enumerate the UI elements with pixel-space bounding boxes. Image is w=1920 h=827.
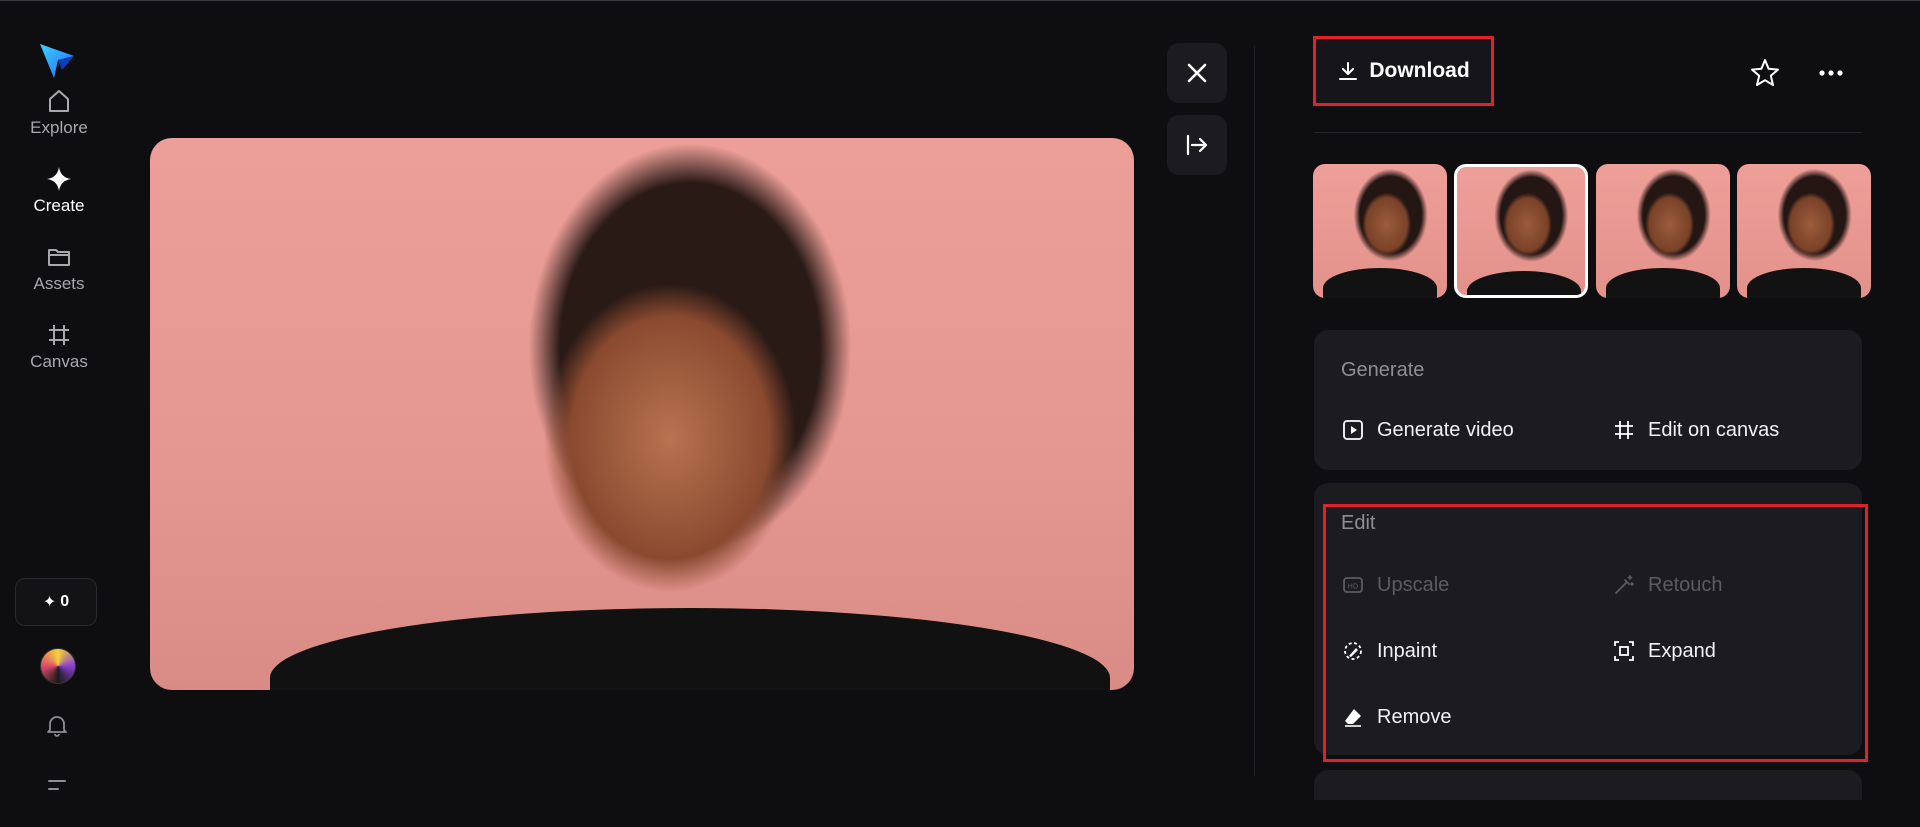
inpaint-label: Inpaint: [1377, 639, 1438, 662]
variation-thumbnails: [1313, 164, 1875, 298]
expand-label: Expand: [1648, 639, 1716, 662]
thumbnail-1[interactable]: [1313, 164, 1447, 298]
edit-section: Edit HD Upscale Retouch Inpaint Expand R…: [1314, 483, 1862, 755]
canvas-grid-icon: [49, 325, 69, 345]
canvas-grid-icon: [1615, 421, 1633, 439]
retouch-label: Retouch: [1648, 573, 1723, 596]
remove-button[interactable]: Remove: [1341, 705, 1451, 729]
sidebar-item-label: Assets: [33, 274, 85, 293]
sidebar-item-label: Create: [33, 196, 85, 215]
edit-on-canvas-label: Edit on canvas: [1648, 418, 1780, 441]
play-square-icon: [1343, 420, 1363, 440]
thumbnail-shirt: [1606, 268, 1720, 298]
bell-icon[interactable]: [44, 712, 70, 738]
expand-button[interactable]: Expand: [1612, 639, 1716, 663]
generate-video-button[interactable]: Generate video: [1341, 418, 1514, 442]
thumbnail-3[interactable]: [1596, 164, 1730, 298]
arrow-right-bar-icon: [1186, 134, 1208, 156]
more-options-icon[interactable]: [1814, 56, 1848, 90]
credits-icon: ✦: [42, 594, 57, 611]
inpaint-brush-icon: [1344, 642, 1362, 660]
app-logo[interactable]: [36, 40, 78, 82]
toggle-panel-button[interactable]: [1167, 115, 1227, 175]
expand-frame-icon: [1614, 641, 1634, 661]
favorite-star-icon[interactable]: [1748, 56, 1782, 90]
thumbnail-shirt: [1467, 271, 1581, 295]
panel-divider: [1254, 46, 1255, 776]
upscale-label: Upscale: [1377, 573, 1450, 596]
edit-title: Edit: [1341, 512, 1376, 534]
eraser-icon: [1345, 709, 1361, 727]
top-border: [0, 0, 1920, 1]
thumbnail-2-selected[interactable]: [1454, 164, 1588, 298]
magic-wand-icon: [1615, 575, 1634, 594]
hd-icon: HD: [1343, 577, 1363, 593]
credits-count: 0: [60, 593, 70, 610]
thumbnail-shirt: [1747, 268, 1861, 298]
menu-icon[interactable]: [44, 772, 70, 798]
inpaint-button[interactable]: Inpaint: [1341, 639, 1437, 663]
svg-text:HD: HD: [1348, 583, 1359, 591]
close-button[interactable]: [1167, 43, 1227, 103]
download-icon: [1339, 62, 1358, 80]
credits-badge[interactable]: ✦ 0: [15, 578, 97, 626]
generate-section: Generate Generate video Edit on canvas: [1314, 330, 1862, 470]
folder-icon: [48, 249, 70, 266]
sidebar-item-label: Canvas: [30, 352, 88, 371]
image-shirt: [270, 608, 1110, 690]
sidebar-item-canvas[interactable]: Canvas: [14, 320, 104, 372]
thumbnail-shirt: [1323, 268, 1437, 298]
edit-on-canvas-button[interactable]: Edit on canvas: [1612, 418, 1779, 442]
generate-video-label: Generate video: [1377, 418, 1514, 441]
sidebar-item-explore[interactable]: Explore: [14, 86, 104, 138]
generated-image: [150, 138, 1134, 690]
close-icon: [1187, 63, 1207, 83]
sidebar: Explore Create Assets Canvas ✦ 0: [0, 0, 118, 827]
sidebar-item-label: Explore: [30, 118, 88, 137]
sidebar-item-create[interactable]: Create: [14, 164, 104, 216]
retouch-button[interactable]: Retouch: [1612, 573, 1723, 597]
generate-title: Generate: [1341, 359, 1425, 381]
download-button[interactable]: Download: [1313, 36, 1494, 106]
upscale-button[interactable]: HD Upscale: [1341, 573, 1449, 597]
sidebar-item-assets[interactable]: Assets: [14, 242, 104, 294]
sparkle-icon: [47, 167, 71, 191]
thumbnail-4[interactable]: [1737, 164, 1871, 298]
home-icon: [49, 90, 69, 112]
avatar[interactable]: [40, 648, 76, 684]
header-divider: [1314, 132, 1862, 133]
next-section-peek: [1314, 770, 1862, 800]
download-label: Download: [1369, 59, 1470, 82]
remove-label: Remove: [1377, 705, 1452, 728]
